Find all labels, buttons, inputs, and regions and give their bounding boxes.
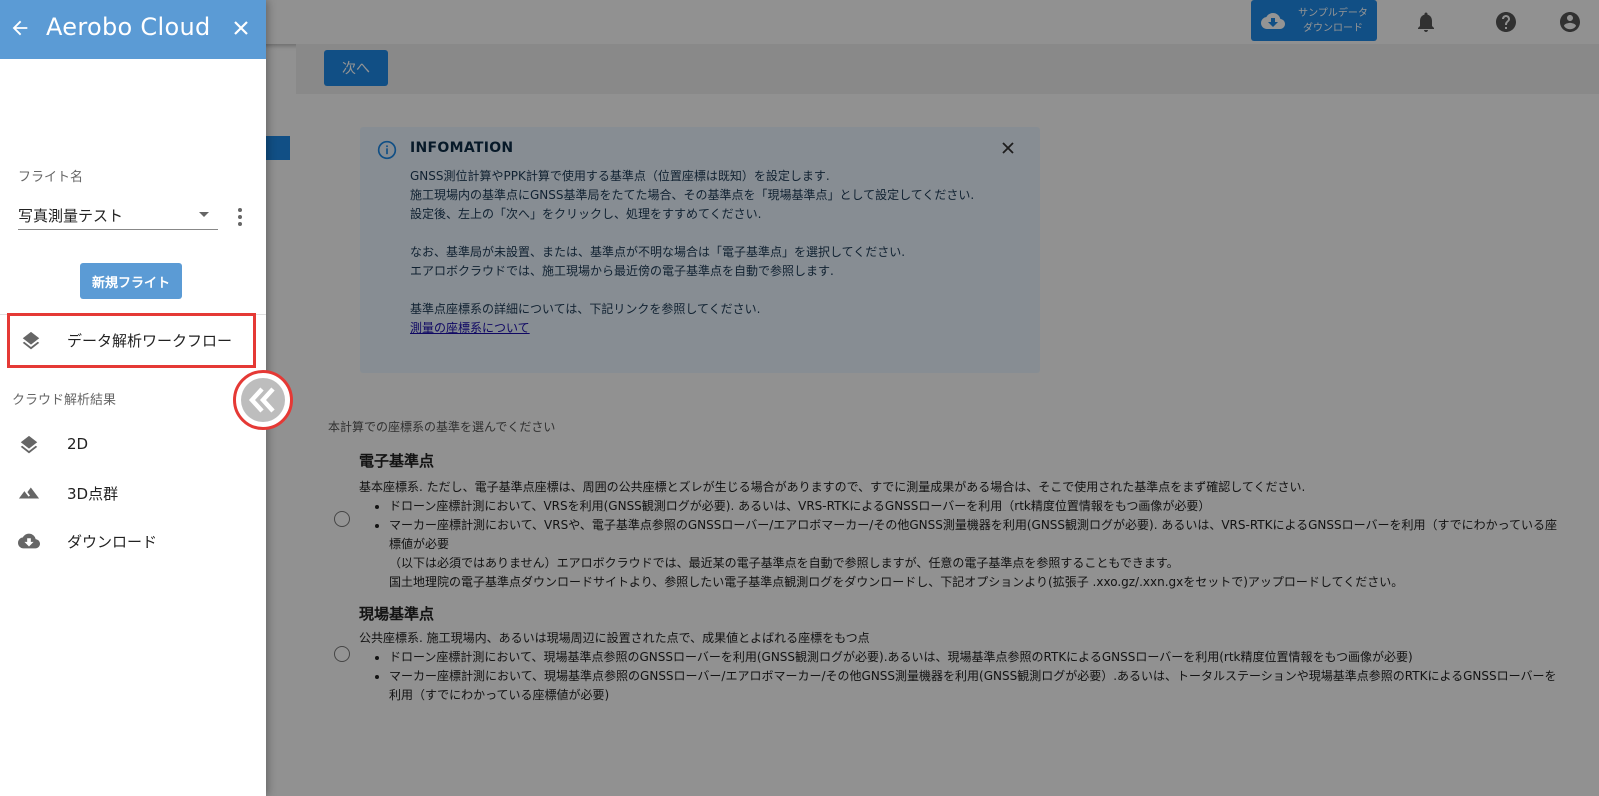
drawer-header: Aerobo Cloud <box>0 0 266 59</box>
nav-item-workflow[interactable]: データ解析ワークフロー <box>7 313 256 368</box>
nav-item-label: 3D点群 <box>67 485 119 503</box>
nav-item-label: 2D <box>67 435 89 453</box>
nav-item-download[interactable]: ダウンロード <box>0 521 266 561</box>
nav-item-3d-point-cloud[interactable]: 3D点群 <box>0 473 266 513</box>
collapse-drawer-button[interactable] <box>233 370 293 430</box>
section-label: クラウド解析結果 <box>12 393 117 408</box>
navigation-drawer: Aerobo Cloud フライト名 写真測量テスト 新規フライト データ解析ワ… <box>0 0 266 796</box>
app-title: Aerobo Cloud <box>46 13 211 41</box>
double-chevron-left-icon <box>248 387 275 413</box>
cloud-download-icon <box>18 533 40 549</box>
more-vert-icon[interactable] <box>236 207 244 227</box>
collapse-button-inner <box>241 378 285 422</box>
arrow-back-icon[interactable] <box>9 17 31 39</box>
chevron-down-icon <box>199 212 209 217</box>
flight-name-label: フライト名 <box>18 170 84 185</box>
layers-icon <box>20 435 38 454</box>
workflow-label: データ解析ワークフロー <box>67 332 233 350</box>
nav-item-label: ダウンロード <box>67 533 158 551</box>
flight-select[interactable]: 写真測量テスト <box>18 200 218 230</box>
nav-item-2d[interactable]: 2D <box>0 425 266 465</box>
close-icon[interactable] <box>231 18 251 38</box>
new-flight-button[interactable]: 新規フライト <box>80 263 182 299</box>
flight-select-value: 写真測量テスト <box>18 207 124 225</box>
terrain-icon <box>18 487 40 499</box>
layers-icon <box>22 331 40 350</box>
